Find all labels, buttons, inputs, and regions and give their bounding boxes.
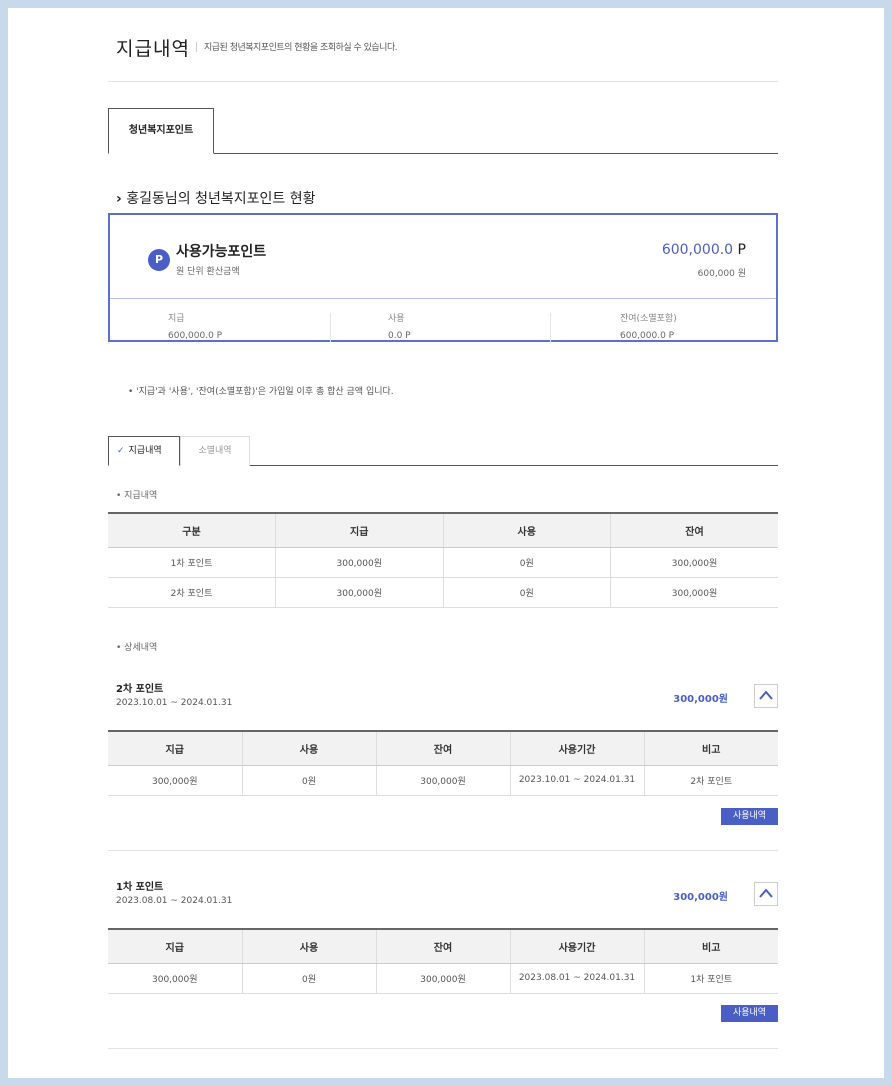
available-points-label: 사용가능포인트 [176,244,267,260]
available-points-panel: P 사용가능포인트 원 단위 환산금액 600,000.0 P 600,000 … [110,215,776,299]
won-conversion-value: 600,000 원 [697,269,746,279]
column-header: 지급 [108,730,242,766]
column-header: 지급 [275,512,443,548]
column-header: 구분 [108,512,276,548]
usage-history-button[interactable]: 사용내역 [721,1005,778,1022]
section-arrow-icon: › [116,191,122,207]
user-name: 홍길동 [126,191,165,207]
content-frame: 지급내역 지급된 청년복지포인트의 현황을 조회하실 수 있습니다. 청년복지포… [8,8,884,1078]
table-header-row: 지급 사용 잔여 사용기간 비고 [108,928,778,964]
won-conversion-label: 원 단위 환산금액 [176,267,240,277]
detail-item-amount: 300,000원 [673,892,728,903]
table-cell: 300,000원 [375,765,510,796]
tab-youth-welfare-point[interactable]: 청년복지포인트 [108,108,214,154]
main-tabs: 청년복지포인트 [108,108,778,154]
page-title: 지급내역 [116,38,190,60]
column-header: 지급 [108,928,242,964]
column-header: 비고 [643,928,778,964]
detail-item-name: 1차 포인트 [116,882,164,893]
table-row: 2차 포인트 300,000원 0원 300,000원 [108,577,778,608]
available-points-number: 600,000.0 [661,242,734,258]
divider [108,1048,778,1049]
point-icon: P [148,249,170,271]
tab-expired-history[interactable]: 소멸내역 [180,436,250,466]
section-title-text: 님의 청년복지포인트 현황 [164,191,316,207]
points-summary-box: P 사용가능포인트 원 단위 환산금액 600,000.0 P 600,000 … [108,213,778,343]
summary-table: 구분 지급 사용 잔여 1차 포인트 300,000원 0원 300,000원 … [108,512,778,608]
stat-remaining: 잔여(소멸포함) 600,000.0 P [620,311,840,341]
column-header: 사용 [442,512,611,548]
column-header: 잔여 [375,928,510,964]
page-description: 지급된 청년복지포인트의 현황을 조회하실 수 있습니다. [204,43,398,53]
table-cell: 300,000원 [610,547,778,578]
column-header: 잔여 [610,512,778,548]
collapse-button[interactable] [754,684,778,708]
detail-item-period: 2023.10.01 ~ 2024.01.31 [116,698,233,708]
table-cell: 300,000원 [108,963,242,994]
tab-issued-history[interactable]: ✓ 지급내역 [108,436,180,466]
check-icon: ✓ [117,446,125,456]
chevron-up-icon [759,690,773,700]
stat-used: 사용 0.0 P [388,311,608,341]
table-cell: 2차 포인트 [108,577,276,608]
stat-remaining-label: 잔여(소멸포함) [620,314,677,324]
stat-issued-label: 지급 [168,314,185,324]
table-cell: 0원 [241,963,376,994]
detail-item-amount: 300,000원 [673,694,728,705]
table-cell: 1차 포인트 [108,547,276,578]
table-row: 1차 포인트 300,000원 0원 300,000원 [108,547,778,578]
title-divider [196,42,197,52]
column-header: 비고 [643,730,778,766]
usage-history-button[interactable]: 사용내역 [721,808,778,825]
collapse-button[interactable] [754,882,778,906]
table-header-row: 지급 사용 잔여 사용기간 비고 [108,730,778,766]
section-title: › 홍길동님의 청년복지포인트 현황 [116,188,315,208]
history-tabs: ✓ 지급내역 소멸내역 [108,436,778,466]
detail-table: 지급 사용 잔여 사용기간 비고 300,000원 0원 300,000원 20… [108,928,778,994]
table-cell: 0원 [241,765,376,796]
table-cell: 0원 [442,577,611,608]
table-cell: 300,000원 [610,577,778,608]
table-cell: 1차 포인트 [643,963,778,994]
table-cell: 0원 [442,547,611,578]
table-row: 300,000원 0원 300,000원 2023.10.01 ~ 2024.0… [108,765,778,796]
page-content: 지급내역 지급된 청년복지포인트의 현황을 조회하실 수 있습니다. 청년복지포… [108,8,778,1078]
table-cell: 2차 포인트 [643,765,778,796]
table-cell: 300,000원 [275,577,443,608]
stat-used-label: 사용 [388,314,405,324]
column-header: 사용 [241,928,376,964]
tab-issued-label: 지급내역 [128,446,162,456]
stat-issued: 지급 600,000.0 P [168,311,388,341]
column-header: 사용기간 [509,730,644,766]
stat-divider [330,313,331,343]
column-header: 사용 [241,730,376,766]
points-note: • '지급'과 '사용', '잔여(소멸포함)'은 가입일 이후 총 합산 금액… [128,387,394,397]
table-cell: 2023.08.01 ~ 2024.01.31 [509,963,644,994]
stat-divider [550,313,551,343]
detail-heading: • 상세내역 [116,643,158,653]
chevron-up-icon [759,888,773,898]
page-header: 지급내역 지급된 청년복지포인트의 현황을 조회하실 수 있습니다. [108,34,778,82]
table-cell: 300,000원 [108,765,242,796]
column-header: 사용기간 [509,928,644,964]
detail-table: 지급 사용 잔여 사용기간 비고 300,000원 0원 300,000원 20… [108,730,778,796]
table-row: 300,000원 0원 300,000원 2023.08.01 ~ 2024.0… [108,963,778,994]
stat-issued-value: 600,000.0 P [168,331,223,341]
table-cell: 300,000원 [275,547,443,578]
detail-item-period: 2023.08.01 ~ 2024.01.31 [116,896,233,906]
table-cell: 2023.10.01 ~ 2024.01.31 [509,765,644,796]
column-header: 잔여 [375,730,510,766]
detail-item-name: 2차 포인트 [116,684,164,695]
divider [108,850,778,851]
stat-used-value: 0.0 P [388,331,411,341]
table-cell: 300,000원 [375,963,510,994]
available-points-value: 600,000.0 P [662,242,746,258]
summary-heading: • 지급내역 [116,491,158,501]
stat-remaining-value: 600,000.0 P [620,331,675,341]
points-unit: P [737,242,746,258]
table-header-row: 구분 지급 사용 잔여 [108,512,778,548]
